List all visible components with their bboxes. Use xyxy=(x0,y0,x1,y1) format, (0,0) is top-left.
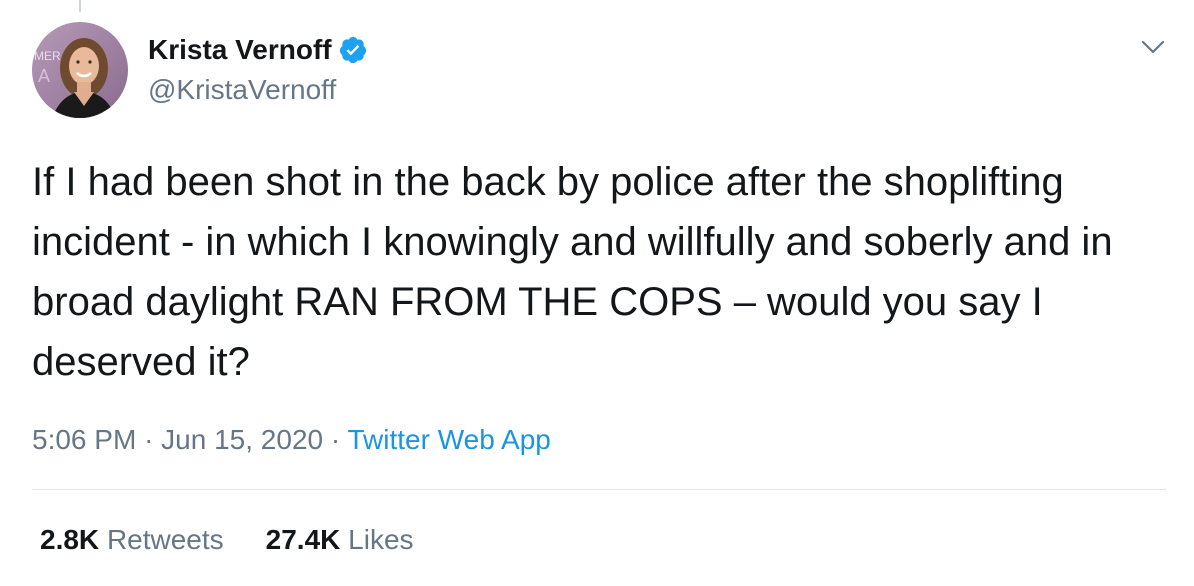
avatar-image: MER A xyxy=(32,22,128,118)
retweets-stat[interactable]: 2.8K Retweets xyxy=(40,520,224,560)
svg-text:A: A xyxy=(38,66,50,86)
divider xyxy=(32,489,1166,490)
tweet-card: MER A Krista Vernoff @KristaVernoff If I… xyxy=(0,0,1194,586)
thread-line xyxy=(79,0,81,12)
retweets-label: Retweets xyxy=(106,524,224,555)
author-row: Krista Vernoff xyxy=(148,32,368,68)
tweet-time[interactable]: 5:06 PM xyxy=(32,424,136,455)
likes-label: Likes xyxy=(348,524,414,555)
tweet-source-link[interactable]: Twitter Web App xyxy=(347,424,550,455)
avatar-backdrop-text: MER xyxy=(34,49,61,63)
tweet-date[interactable]: Jun 15, 2020 xyxy=(161,424,323,455)
chevron-down-icon[interactable] xyxy=(1138,32,1168,62)
display-name[interactable]: Krista Vernoff xyxy=(148,32,332,68)
tweet-timestamp-row: 5:06 PM · Jun 15, 2020 · Twitter Web App xyxy=(32,420,551,460)
verified-badge-icon xyxy=(338,35,368,65)
meta-separator: · xyxy=(144,424,154,455)
avatar[interactable]: MER A xyxy=(32,22,128,118)
tweet-stats: 2.8K Retweets 27.4K Likes xyxy=(40,520,456,560)
meta-separator: · xyxy=(330,424,341,455)
likes-count: 27.4K xyxy=(265,524,341,555)
retweets-count: 2.8K xyxy=(40,524,100,555)
tweet-text: If I had been shot in the back by police… xyxy=(32,160,1124,384)
likes-stat[interactable]: 27.4K Likes xyxy=(266,520,414,560)
author-handle[interactable]: @KristaVernoff xyxy=(148,72,336,108)
